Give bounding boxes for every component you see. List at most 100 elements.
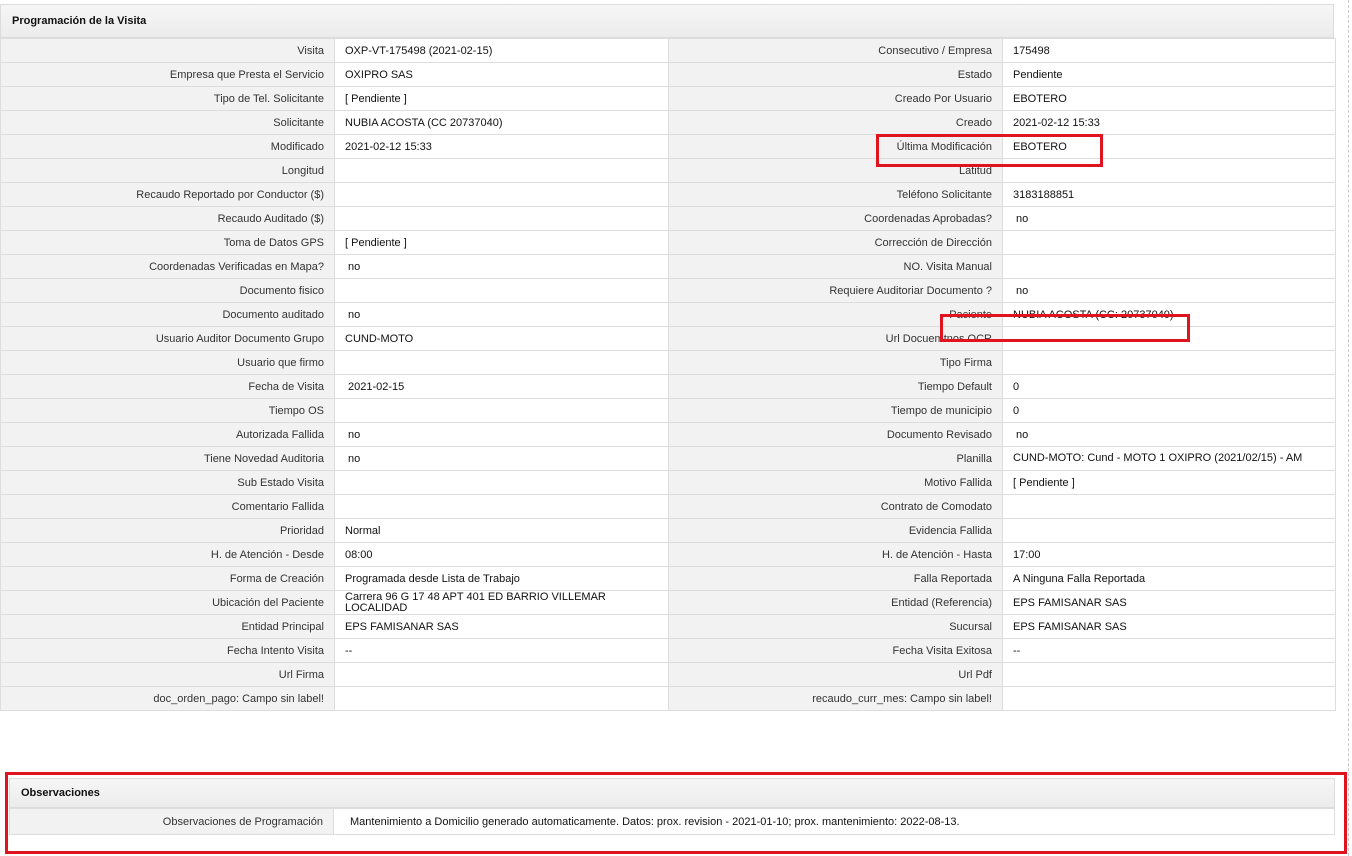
field-value-prioridad: Normal bbox=[334, 518, 669, 543]
field-label-tipo-de-tel-solicitante: Tipo de Tel. Solicitante bbox=[0, 86, 335, 111]
field-label-url-pdf: Url Pdf bbox=[668, 662, 1003, 687]
table-row: Tiene Novedad Auditoria no Planilla CUND-MO… bbox=[0, 446, 1336, 471]
field-value-consecutivo-empresa: 175498 bbox=[1002, 38, 1336, 63]
field-value-documento-revisado: no bbox=[1002, 422, 1336, 447]
table-row: Entidad Principal EPS FAMISANAR SAS Sucurs… bbox=[0, 614, 1336, 639]
field-value-contrato-de-comodato bbox=[1002, 494, 1336, 519]
field-label-url-firma: Url Firma bbox=[0, 662, 335, 687]
table-row: Recaudo Reportado por Conductor ($) Teléf… bbox=[0, 182, 1336, 207]
table-row: Forma de Creación Programada desde Lista … bbox=[0, 566, 1336, 591]
table-row: Prioridad Normal Evidencia Fallida bbox=[0, 518, 1336, 543]
table-row: Usuario que firmo Tipo Firma bbox=[0, 350, 1336, 375]
field-label-prioridad: Prioridad bbox=[0, 518, 335, 543]
field-value-url-pdf bbox=[1002, 662, 1336, 687]
table-row: Modificado 2021-02-12 15:33 Última Modific… bbox=[0, 134, 1336, 159]
field-label-motivo-fallida: Motivo Fallida bbox=[668, 470, 1003, 495]
table-row: Recaudo Auditado ($) Coordenadas Aprobada… bbox=[0, 206, 1336, 231]
field-label-h-de-atencion-hasta: H. de Atención - Hasta bbox=[668, 542, 1003, 567]
table-row: Empresa que Presta el Servicio OXIPRO SAS… bbox=[0, 62, 1336, 87]
field-label-sucursal: Sucursal bbox=[668, 614, 1003, 639]
field-label-coordenadas-verificadas-en-mapa: Coordenadas Verificadas en Mapa? bbox=[0, 254, 335, 279]
field-value-comentario-fallida bbox=[334, 494, 669, 519]
field-value-latitud bbox=[1002, 158, 1336, 183]
field-value-solicitante: NUBIA ACOSTA (CC 20737040) bbox=[334, 110, 669, 135]
field-value-fecha-intento-visita: -- bbox=[334, 638, 669, 663]
table-row: Coordenadas Verificadas en Mapa? no NO. Vi… bbox=[0, 254, 1336, 279]
table-row: Visita OXP-VT-175498 (2021-02-15) Consecut… bbox=[0, 38, 1336, 63]
field-label-modificado: Modificado bbox=[0, 134, 335, 159]
field-value-tiempo-de-municipio: 0 bbox=[1002, 398, 1336, 423]
field-label-recaudo-auditado: Recaudo Auditado ($) bbox=[0, 206, 335, 231]
field-value-fecha-visita-exitosa: -- bbox=[1002, 638, 1336, 663]
observaciones-label: Observaciones de Programación bbox=[10, 809, 334, 834]
field-label-coordenadas-aprobadas: Coordenadas Aprobadas? bbox=[668, 206, 1003, 231]
field-label-usuario-que-firmo: Usuario que firmo bbox=[0, 350, 335, 375]
field-label-toma-de-datos-gps: Toma de Datos GPS bbox=[0, 230, 335, 255]
table-row: doc_orden_pago: Campo sin label! recaudo_… bbox=[0, 686, 1336, 711]
field-value-usuario-que-firmo bbox=[334, 350, 669, 375]
field-value-entidad-referencia: EPS FAMISANAR SAS bbox=[1002, 590, 1336, 615]
field-value-h-de-atencion-desde: 08:00 bbox=[334, 542, 669, 567]
field-label-recaudo-curr-mes-campo-sin-label: recaudo_curr_mes: Campo sin label! bbox=[668, 686, 1003, 711]
field-label-doc-orden-pago-campo-sin-label: doc_orden_pago: Campo sin label! bbox=[0, 686, 335, 711]
field-label-url-docuemtnos-ocr: Url Docuemtnos OCR bbox=[668, 326, 1003, 351]
field-value-tiempo-default: 0 bbox=[1002, 374, 1336, 399]
observaciones-row: Observaciones de Programación Mantenimie… bbox=[9, 808, 1335, 835]
field-label-tipo-firma: Tipo Firma bbox=[668, 350, 1003, 375]
observaciones-value: Mantenimiento a Domicilio generado autom… bbox=[350, 815, 960, 828]
table-row: Sub Estado Visita Motivo Fallida[ Pendien… bbox=[0, 470, 1336, 495]
table-row: Toma de Datos GPS[ Pendiente ] Corrección… bbox=[0, 230, 1336, 255]
field-label-comentario-fallida: Comentario Fallida bbox=[0, 494, 335, 519]
field-value-sub-estado-visita bbox=[334, 470, 669, 495]
field-value-fecha-de-visita: 2021-02-15 bbox=[334, 374, 669, 399]
field-value-sucursal: EPS FAMISANAR SAS bbox=[1002, 614, 1336, 639]
field-value-telefono-solicitante: 3183188851 bbox=[1002, 182, 1336, 207]
field-label-planilla: Planilla bbox=[668, 446, 1003, 471]
field-value-recaudo-auditado bbox=[334, 206, 669, 231]
field-label-visita: Visita bbox=[0, 38, 335, 63]
field-value-evidencia-fallida bbox=[1002, 518, 1336, 543]
field-value-tiene-novedad-auditoria: no bbox=[334, 446, 669, 471]
field-label-tiempo-default: Tiempo Default bbox=[668, 374, 1003, 399]
table-row: Tiempo OS Tiempo de municipio 0 bbox=[0, 398, 1336, 423]
field-value-no-visita-manual bbox=[1002, 254, 1336, 279]
page-divider bbox=[1348, 0, 1349, 856]
programacion-table: Visita OXP-VT-175498 (2021-02-15) Consecut… bbox=[0, 38, 1336, 711]
field-value-correccion-de-direccion bbox=[1002, 230, 1336, 255]
field-value-motivo-fallida: [ Pendiente ] bbox=[1002, 470, 1336, 495]
field-label-entidad-principal: Entidad Principal bbox=[0, 614, 335, 639]
field-value-tipo-firma bbox=[1002, 350, 1336, 375]
field-value-requiere-auditoriar-documento: no bbox=[1002, 278, 1336, 303]
field-label-autorizada-fallida: Autorizada Fallida bbox=[0, 422, 335, 447]
field-value-creado-por-usuario: EBOTERO bbox=[1002, 86, 1336, 111]
field-label-ubicacion-del-paciente: Ubicación del Paciente bbox=[0, 590, 335, 615]
field-value-tipo-de-tel-solicitante: [ Pendiente ] bbox=[334, 86, 669, 111]
field-label-correccion-de-direccion: Corrección de Dirección bbox=[668, 230, 1003, 255]
field-value-empresa-que-presta-el-servicio: OXIPRO SAS bbox=[334, 62, 669, 87]
table-row: Documento auditado no Paciente NUBIA ACOSTA… bbox=[0, 302, 1336, 327]
field-label-no-visita-manual: NO. Visita Manual bbox=[668, 254, 1003, 279]
field-value-forma-de-creacion: Programada desde Lista de Trabajo bbox=[334, 566, 669, 591]
field-label-tiempo-os: Tiempo OS bbox=[0, 398, 335, 423]
field-label-fecha-intento-visita: Fecha Intento Visita bbox=[0, 638, 335, 663]
field-label-falla-reportada: Falla Reportada bbox=[668, 566, 1003, 591]
field-value-paciente: NUBIA ACOSTA (CC: 20737040) bbox=[1002, 302, 1336, 327]
field-value-recaudo-reportado-por-conductor bbox=[334, 182, 669, 207]
programacion-title: Programación de la Visita bbox=[12, 15, 147, 27]
field-label-h-de-atencion-desde: H. de Atención - Desde bbox=[0, 542, 335, 567]
table-row: Solicitante NUBIA ACOSTA (CC 20737040) Cre… bbox=[0, 110, 1336, 135]
field-value-visita: OXP-VT-175498 (2021-02-15) bbox=[334, 38, 669, 63]
field-value-creado: 2021-02-12 15:33 bbox=[1002, 110, 1336, 135]
table-row: H. de Atención - Desde 08:00 H. de Atenció… bbox=[0, 542, 1336, 567]
field-value-doc-orden-pago-campo-sin-label bbox=[334, 686, 669, 711]
field-value-longitud bbox=[334, 158, 669, 183]
table-row: Usuario Auditor Documento Grupo CUND-MOTO… bbox=[0, 326, 1336, 351]
table-row: Url Firma Url Pdf bbox=[0, 662, 1336, 687]
field-value-url-firma bbox=[334, 662, 669, 687]
field-label-empresa-que-presta-el-servicio: Empresa que Presta el Servicio bbox=[0, 62, 335, 87]
field-label-paciente: Paciente bbox=[668, 302, 1003, 327]
table-row: Tipo de Tel. Solicitante[ Pendiente ] Cre… bbox=[0, 86, 1336, 111]
field-value-coordenadas-verificadas-en-mapa: no bbox=[334, 254, 669, 279]
field-label-documento-revisado: Documento Revisado bbox=[668, 422, 1003, 447]
field-label-usuario-auditor-documento-grupo: Usuario Auditor Documento Grupo bbox=[0, 326, 335, 351]
